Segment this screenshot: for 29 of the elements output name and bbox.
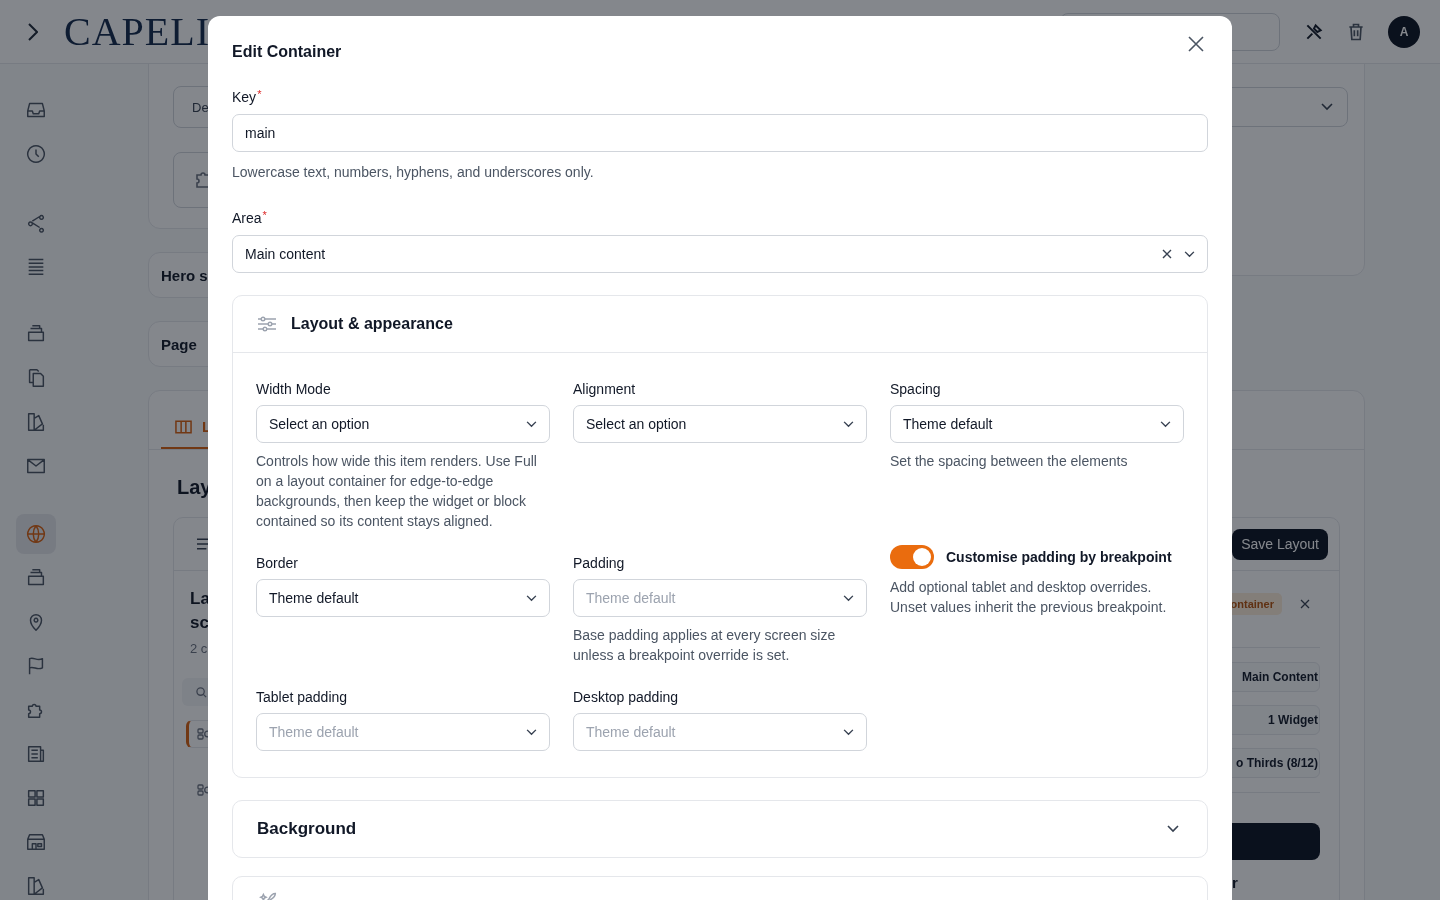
section-header[interactable]: Background (233, 801, 1207, 857)
user-avatar[interactable]: A (1388, 15, 1420, 48)
field-label: Tablet padding (256, 689, 349, 705)
select-field[interactable]: Select an option (256, 405, 550, 443)
field-label: Area$^{*}$ (232, 210, 267, 226)
select-field[interactable]: Theme default (256, 579, 550, 617)
save-layout-button[interactable]: Save Layout (1232, 528, 1328, 560)
dialog-title: Edit Container (232, 43, 342, 61)
field-label: Alignment (573, 381, 637, 397)
toggle-label: Customise padding by breakpoint (946, 549, 1172, 565)
help-text: Add optional tablet and desktop overrides. Unset values inherit the previous breakpoint. (890, 578, 1168, 617)
key-input[interactable]: main (232, 114, 1208, 152)
help-text: Lowercase text, numbers, hyphens, and underscores only. (232, 163, 595, 182)
field-label: Width Mode (256, 381, 332, 397)
field-label: Padding (573, 555, 626, 571)
section-header[interactable]: Layout & appearance (233, 296, 1207, 353)
field-label: Desktop padding (573, 689, 680, 705)
field-label: Spacing (890, 381, 942, 397)
area-select[interactable]: Main content (232, 235, 1208, 273)
select-field[interactable]: Theme default (890, 405, 1184, 443)
help-text: Base padding applies at every screen size unless a breakpoint override is set. (573, 626, 837, 665)
field-label: Key$^{*}$ (232, 89, 262, 105)
select-field[interactable]: Select an option (573, 405, 867, 443)
field-label: Border (256, 555, 300, 571)
logo[interactable]: CAPELI (64, 8, 210, 55)
layout-subtitle: 2 c (190, 641, 209, 656)
section-label: r (1232, 874, 1239, 891)
help-text: Set the spacing between the elements (890, 452, 1129, 471)
help-text: Controls how wide this item renders. Use Full on a layout container for edge-to-edge backgrounds, then keep the widget or block contained so its content stays aligned. (256, 452, 538, 531)
